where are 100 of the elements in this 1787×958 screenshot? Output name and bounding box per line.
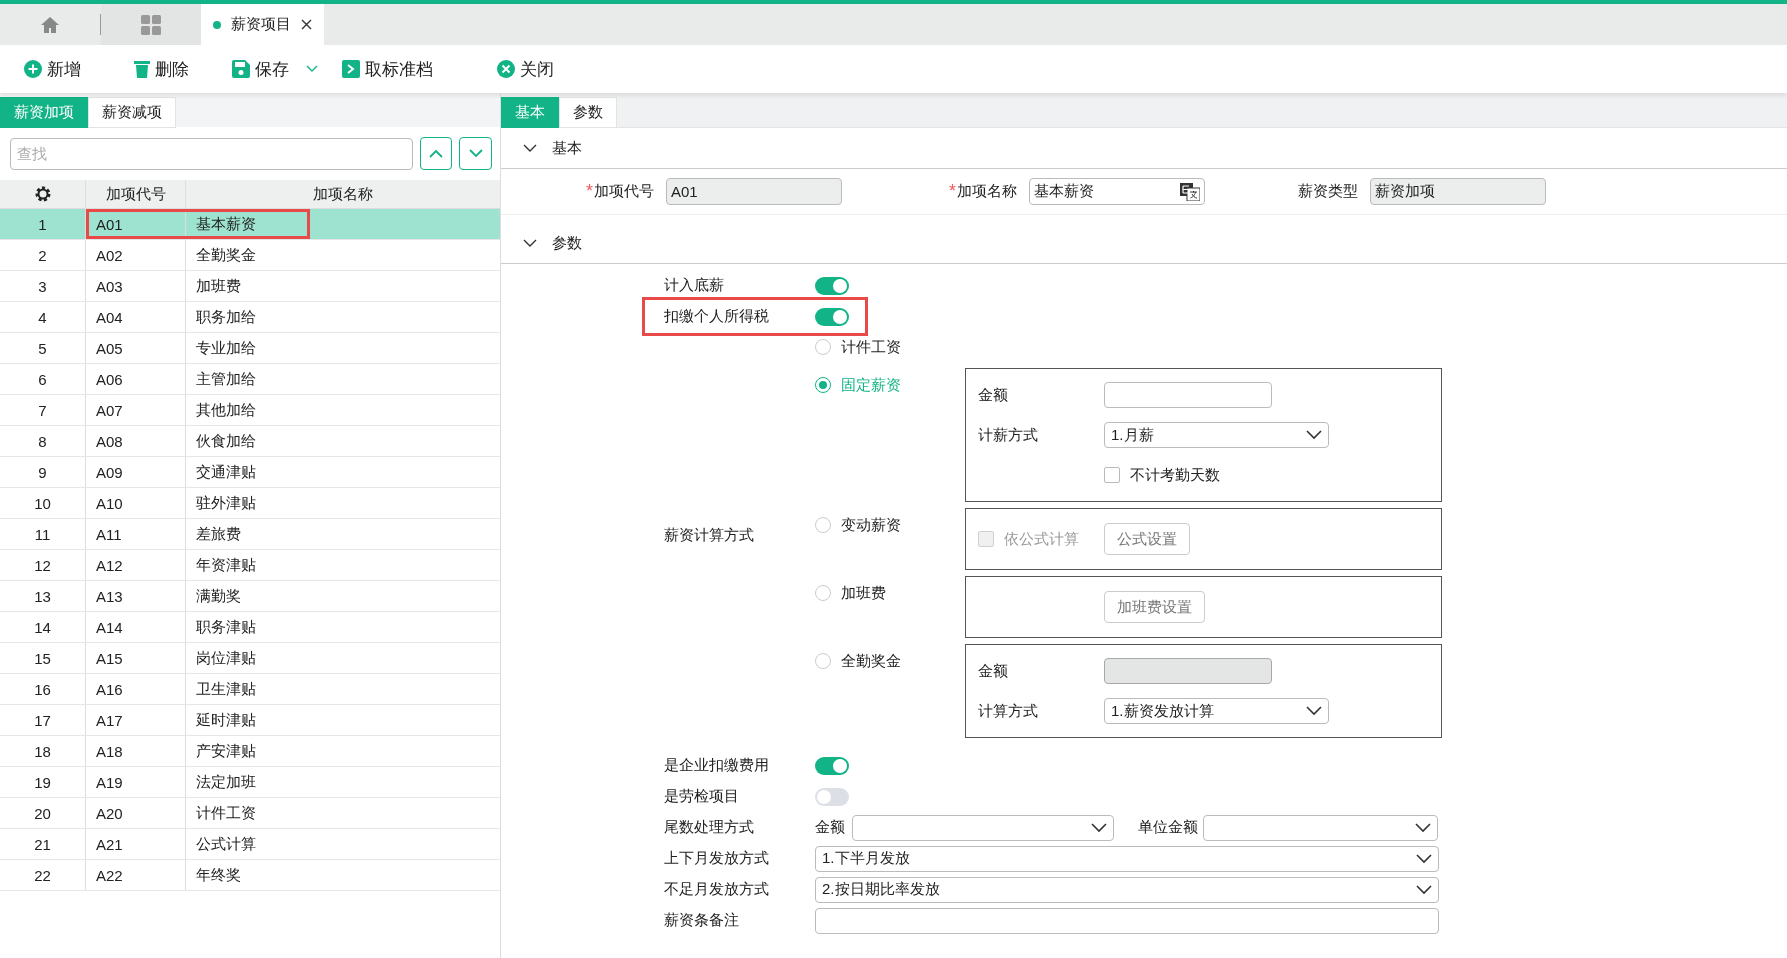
table-row[interactable]: 15 A15 岗位津贴 bbox=[0, 643, 500, 674]
amount-field[interactable] bbox=[1104, 382, 1272, 408]
table-row[interactable]: 2 A02 全勤奖金 bbox=[0, 240, 500, 271]
close-icon[interactable] bbox=[301, 19, 312, 30]
search-field[interactable]: 查找 bbox=[10, 137, 413, 170]
page-tab[interactable]: 薪资项目 bbox=[201, 4, 324, 45]
table-row[interactable]: 13 A13 满勤奖 bbox=[0, 581, 500, 612]
column-header: 加项名称 bbox=[312, 183, 374, 204]
checkbox-label: 依公式计算 bbox=[1004, 529, 1079, 549]
table-cell: A08 bbox=[86, 426, 186, 456]
toolbar-button[interactable]: 保存 bbox=[232, 53, 342, 85]
row-number: 14 bbox=[0, 612, 86, 642]
toolbar-button[interactable]: 新增 bbox=[24, 53, 134, 85]
row-number: 2 bbox=[0, 240, 86, 270]
row-number: 11 bbox=[0, 519, 86, 549]
row-number: 21 bbox=[0, 829, 86, 859]
table-row[interactable]: 9 A09 交通津贴 bbox=[0, 457, 500, 488]
table-cell: A14 bbox=[86, 612, 186, 642]
table-row[interactable]: 6 A06 主管加给 bbox=[0, 364, 500, 395]
home-icon bbox=[40, 14, 60, 35]
move-up-button[interactable] bbox=[419, 137, 453, 170]
table-cell-text: 差旅费 bbox=[195, 523, 242, 544]
table-row[interactable]: 4 A04 职务加给 bbox=[0, 302, 500, 333]
table-row[interactable]: 7 A07 其他加给 bbox=[0, 395, 500, 426]
table-cell: A01 bbox=[86, 209, 186, 239]
row-number: 6 bbox=[0, 364, 86, 394]
section-header[interactable]: 参数 bbox=[501, 223, 1787, 264]
table-row[interactable]: 5 A05 专业加给 bbox=[0, 333, 500, 364]
table-cell-text: 职务加给 bbox=[195, 306, 257, 327]
field-label: 计算方式 bbox=[978, 701, 1039, 721]
toolbar-button[interactable]: 取标准档 bbox=[342, 53, 497, 85]
settings-button[interactable]: 加班费设置 bbox=[1104, 591, 1205, 623]
field-label: 薪资类型 bbox=[1298, 182, 1358, 201]
table-row[interactable]: 17 A17 延时津贴 bbox=[0, 705, 500, 736]
plus-icon bbox=[24, 60, 42, 78]
table-cell-text: 公式计算 bbox=[195, 833, 257, 854]
column-header: 加项代号 bbox=[86, 180, 186, 208]
dropdown[interactable] bbox=[852, 814, 1114, 841]
apps-tab[interactable] bbox=[101, 4, 201, 45]
table-cell: A15 bbox=[86, 643, 186, 673]
table-row[interactable]: 22 A22 年终奖 bbox=[0, 860, 500, 891]
table-cell: A21 bbox=[86, 829, 186, 859]
table-cell-text: 计件工资 bbox=[195, 802, 257, 823]
table-row[interactable]: 14 A14 职务津贴 bbox=[0, 612, 500, 643]
toggle-switch[interactable] bbox=[815, 787, 849, 806]
row-number: 18 bbox=[0, 736, 86, 766]
table-row[interactable]: 18 A18 产安津贴 bbox=[0, 736, 500, 767]
row-number: 5 bbox=[0, 333, 86, 363]
required-mark: * bbox=[586, 181, 593, 202]
grid-icon bbox=[140, 13, 162, 36]
section-title: 参数 bbox=[552, 233, 582, 253]
table-cell-text: 延时津贴 bbox=[195, 709, 257, 730]
settings-button[interactable]: 公式设置 bbox=[1104, 523, 1190, 555]
field-label: 金额 bbox=[815, 818, 846, 837]
table-cell: A02 bbox=[86, 240, 186, 270]
readonly-field: 薪资加项 bbox=[1370, 178, 1546, 205]
section-header[interactable]: 基本 bbox=[501, 128, 1787, 169]
table-row[interactable]: 16 A16 卫生津贴 bbox=[0, 674, 500, 705]
translate-icon[interactable] bbox=[1180, 182, 1200, 201]
row-number: 7 bbox=[0, 395, 86, 425]
table-row[interactable]: 11 A11 差旅费 bbox=[0, 519, 500, 550]
toolbar-button[interactable]: 关闭 bbox=[497, 53, 597, 85]
table-row[interactable]: 12 A12 年资津贴 bbox=[0, 550, 500, 581]
remark-field[interactable] bbox=[815, 907, 1439, 934]
dropdown[interactable] bbox=[1203, 814, 1438, 841]
table-row[interactable]: 8 A08 伙食加给 bbox=[0, 426, 500, 457]
table-row[interactable]: 19 A19 法定加班 bbox=[0, 767, 500, 798]
radio-option[interactable]: 全勤奖金 bbox=[815, 646, 965, 676]
arrow-box-icon bbox=[342, 60, 360, 78]
table-cell-text: 伙食加给 bbox=[195, 430, 257, 451]
list-tab[interactable]: 薪资减项 bbox=[88, 97, 176, 128]
radio-option[interactable]: 变动薪资 bbox=[815, 510, 965, 540]
toolbar-button[interactable]: 删除 bbox=[134, 53, 232, 85]
row-number: 16 bbox=[0, 674, 86, 704]
form-tab[interactable]: 参数 bbox=[559, 97, 617, 128]
table-row[interactable]: 10 A10 驻外津贴 bbox=[0, 488, 500, 519]
dropdown[interactable]: 1.下半月发放 bbox=[815, 845, 1439, 872]
radio-option[interactable]: 计件工资 bbox=[815, 332, 965, 362]
row-number: 1 bbox=[0, 209, 86, 239]
radio-option[interactable]: 加班费 bbox=[815, 578, 965, 608]
row-number: 4 bbox=[0, 302, 86, 332]
toggle-switch[interactable] bbox=[815, 307, 849, 326]
table-row[interactable]: 21 A21 公式计算 bbox=[0, 829, 500, 860]
table-row[interactable]: 3 A03 加班费 bbox=[0, 271, 500, 302]
checkbox[interactable] bbox=[1104, 467, 1120, 483]
row-number: 19 bbox=[0, 767, 86, 797]
table-row[interactable]: 20 A20 计件工资 bbox=[0, 798, 500, 829]
dropdown[interactable]: 1.月薪 bbox=[1104, 422, 1329, 448]
table-cell-text: 年终奖 bbox=[195, 864, 242, 885]
field-label: 金额 bbox=[978, 385, 1009, 405]
dropdown[interactable]: 1.薪资发放计算 bbox=[1104, 698, 1329, 724]
toggle-switch[interactable] bbox=[815, 276, 849, 295]
table-row[interactable]: 1 A01 基本薪资 bbox=[0, 209, 500, 240]
table-cell: A17 bbox=[86, 705, 186, 735]
move-down-button[interactable] bbox=[459, 137, 492, 170]
table-cell: A22 bbox=[86, 860, 186, 890]
dropdown[interactable]: 2.按日期比率发放 bbox=[815, 876, 1439, 903]
name-field[interactable]: 基本薪资 bbox=[1029, 178, 1205, 205]
toggle-switch[interactable] bbox=[815, 756, 849, 775]
table-cell-text: 加班费 bbox=[195, 275, 242, 296]
